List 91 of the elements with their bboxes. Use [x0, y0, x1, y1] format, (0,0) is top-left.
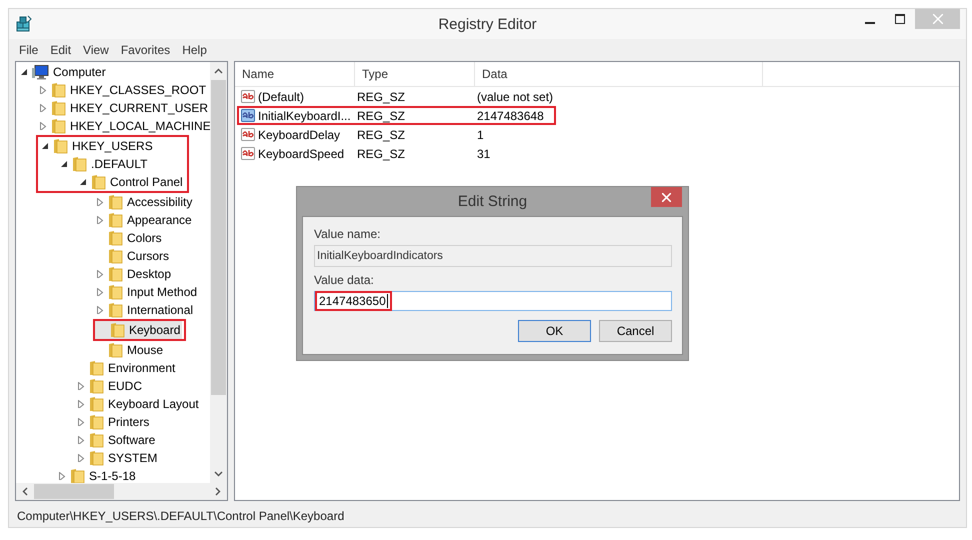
- column-header[interactable]: Type: [355, 62, 475, 86]
- tree-item[interactable]: Appearance: [16, 211, 194, 229]
- table-row[interactable]: KeyboardSpeed REG_SZ 31: [237, 144, 549, 163]
- tree-item[interactable]: HKEY_CURRENT_USER: [16, 99, 210, 117]
- table-cell-text: REG_SZ: [357, 90, 406, 104]
- dialog-button[interactable]: Cancel: [599, 320, 672, 342]
- folder-icon: [108, 248, 123, 264]
- tree-item[interactable]: Keyboard Layout: [16, 395, 201, 413]
- tree-item[interactable]: Cursors: [16, 247, 172, 265]
- close-icon: [662, 192, 671, 202]
- folder-icon: [89, 450, 104, 466]
- table-cell: InitialKeyboardI...: [239, 108, 357, 122]
- tree-item[interactable]: Input Method: [16, 283, 200, 301]
- menu-item[interactable]: Help: [176, 42, 213, 56]
- scroll-left-icon: [22, 487, 28, 496]
- scroll-down-icon: [214, 471, 223, 477]
- menu-item[interactable]: Favorites: [114, 42, 176, 56]
- menu-item[interactable]: Edit: [44, 42, 78, 56]
- folder-icon: [53, 138, 68, 154]
- table-cell: KeyboardSpeed: [239, 146, 357, 160]
- field-label: Value name:: [314, 227, 380, 241]
- folder-icon: [51, 100, 66, 116]
- computer-icon: [32, 64, 49, 80]
- folder-icon: [108, 284, 123, 300]
- table-cell-text: 31: [477, 146, 492, 160]
- folder-icon: [108, 194, 123, 210]
- value-data-field[interactable]: 2147483650: [314, 291, 672, 311]
- table-row[interactable]: KeyboardDelay REG_SZ 1: [237, 125, 549, 144]
- folder-icon: [89, 378, 104, 394]
- tree-item[interactable]: Computer: [16, 63, 108, 81]
- folder-icon: [91, 174, 106, 190]
- tree-item[interactable]: HKEY_USERS: [38, 137, 155, 155]
- table-cell-text: 1: [477, 128, 485, 142]
- maximize-icon: [895, 14, 905, 24]
- dialog-title: Edit String: [458, 193, 528, 210]
- table-cell-text: REG_SZ: [357, 146, 406, 160]
- folder-icon: [108, 342, 123, 358]
- tree-item[interactable]: International: [16, 301, 196, 319]
- folder-icon: [108, 266, 123, 282]
- scroll-up-icon: [214, 68, 223, 74]
- folder-icon: [51, 118, 66, 134]
- folder-icon: [108, 212, 123, 228]
- tree-item[interactable]: Desktop: [16, 265, 174, 283]
- tree-item[interactable]: Colors: [16, 229, 164, 247]
- folder-icon: [89, 414, 104, 430]
- column-header[interactable]: Data: [475, 62, 763, 86]
- tree-item[interactable]: Mouse: [16, 341, 166, 359]
- tree-item[interactable]: Printers: [16, 413, 152, 431]
- tree-item[interactable]: Software: [16, 431, 158, 449]
- menu-item[interactable]: View: [77, 42, 115, 56]
- tree-item[interactable]: SYSTEM: [16, 449, 160, 467]
- minimize-icon: [865, 22, 875, 24]
- column-header[interactable]: Name: [235, 62, 355, 86]
- folder-icon: [108, 230, 123, 246]
- menu-item[interactable]: File: [13, 42, 44, 56]
- status-text: Computer\HKEY_USERS\.DEFAULT\Control Panel\Keyboard: [17, 509, 344, 523]
- horizontal-scrollbar[interactable]: [16, 483, 227, 500]
- highlight-box[interactable]: InitialKeyboardI... REG_SZ 2147483648: [237, 106, 556, 125]
- tree-item[interactable]: EUDC: [16, 377, 144, 395]
- folder-icon: [72, 156, 87, 172]
- tree-item[interactable]: Accessibility: [16, 193, 194, 211]
- dialog-button[interactable]: OK: [518, 320, 591, 342]
- folder-icon: [110, 322, 125, 338]
- field-label: Value data:: [314, 273, 374, 287]
- window-title: Registry Editor: [438, 16, 537, 32]
- table-cell-text: (value not set): [477, 90, 554, 104]
- vertical-scrollbar[interactable]: [210, 62, 227, 483]
- close-icon: [932, 14, 942, 24]
- table-cell-text: REG_SZ: [357, 108, 406, 122]
- table-row[interactable]: (Default) REG_SZ (value not set): [237, 87, 566, 106]
- close-button[interactable]: [651, 187, 682, 207]
- folder-icon: [70, 468, 85, 483]
- registry-cubes-icon: [15, 15, 33, 33]
- tree-item[interactable]: S-1-5-18: [16, 467, 138, 483]
- tree-item[interactable]: Environment: [16, 359, 178, 377]
- tree-item[interactable]: .DEFAULT: [38, 155, 150, 173]
- table-cell-text: 2147483648: [477, 108, 545, 122]
- tree-item[interactable]: Keyboard: [95, 321, 182, 339]
- tree-item[interactable]: HKEY_LOCAL_MACHINE: [16, 117, 210, 135]
- folder-icon: [89, 360, 104, 376]
- table-cell-text: REG_SZ: [357, 128, 406, 142]
- tree-item[interactable]: HKEY_CLASSES_ROOT: [16, 81, 208, 99]
- tree-item[interactable]: Control Panel: [38, 173, 185, 191]
- folder-icon: [89, 432, 104, 448]
- table-cell: KeyboardDelay: [239, 128, 357, 142]
- scroll-right-icon: [215, 487, 221, 496]
- table-cell: (Default): [239, 90, 357, 104]
- folder-icon: [89, 396, 104, 412]
- folder-icon: [51, 82, 66, 98]
- value-name-field[interactable]: InitialKeyboardIndicators: [314, 245, 672, 267]
- folder-icon: [108, 302, 123, 318]
